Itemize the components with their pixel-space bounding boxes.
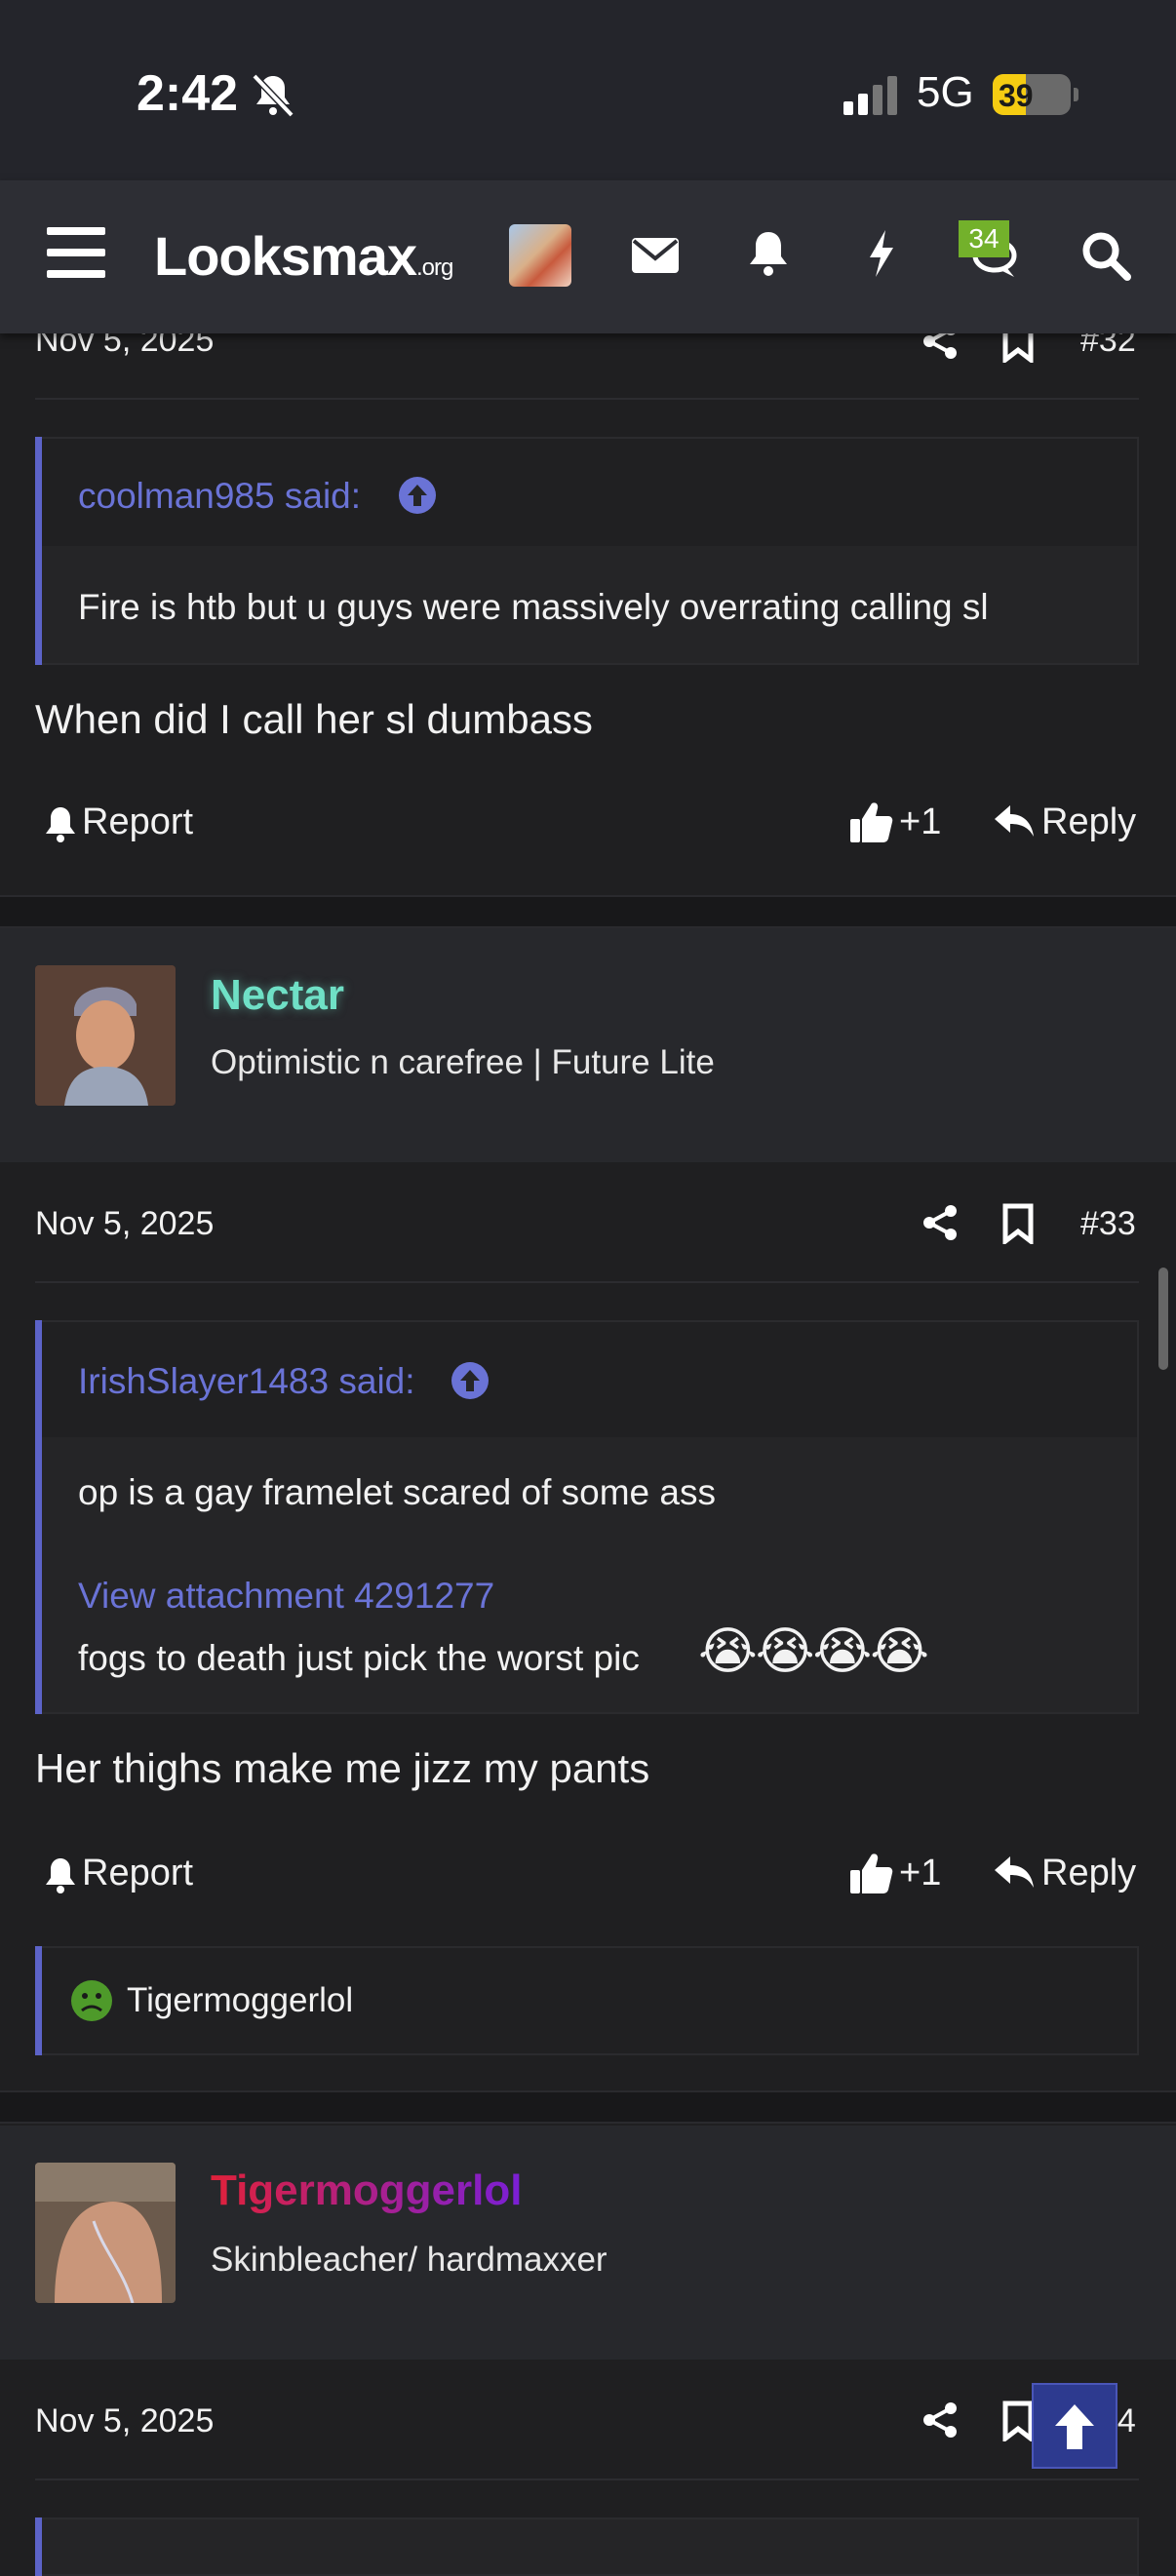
report-button[interactable]: Report bbox=[82, 1853, 193, 1894]
divider bbox=[35, 398, 1139, 400]
bell-off-icon bbox=[252, 73, 294, 118]
user-avatar-nav[interactable] bbox=[509, 224, 571, 287]
post-body: When did I call her sl dumbass bbox=[35, 696, 593, 742]
post-date: Nov 5, 2025 bbox=[35, 1205, 215, 1242]
arrow-up-circle-icon[interactable] bbox=[398, 476, 437, 515]
battery-icon: 39 bbox=[993, 74, 1078, 115]
reaction-user[interactable]: Tigermoggerlol bbox=[127, 1981, 353, 2020]
network-type: 5G bbox=[917, 68, 974, 116]
quote-block bbox=[35, 437, 1139, 665]
username[interactable]: Tigermoggerlol bbox=[211, 2166, 522, 2215]
post-body: Her thighs make me jizz my pants bbox=[35, 1745, 650, 1791]
quote-text: Fire is htb but u guys were massively ov… bbox=[78, 587, 989, 627]
bell-icon[interactable] bbox=[43, 805, 78, 844]
post-date: Nov 5, 2025 bbox=[35, 2402, 215, 2439]
crying-laughing-emojis: 😭😭😭😭 bbox=[698, 1623, 929, 1680]
arrow-up-icon bbox=[1055, 2404, 1094, 2449]
status-time: 2:42 bbox=[137, 65, 239, 122]
bookmark-icon[interactable] bbox=[1000, 2400, 1036, 2441]
report-button[interactable]: Report bbox=[82, 801, 193, 843]
user-title: Optimistic n carefree | Future Lite bbox=[211, 1043, 715, 1081]
lightning-icon[interactable] bbox=[854, 226, 909, 281]
user-title: Skinbleacher/ hardmaxxer bbox=[211, 2241, 608, 2279]
bell-icon[interactable] bbox=[741, 226, 796, 281]
reply-button[interactable]: Reply bbox=[1041, 1853, 1136, 1894]
quote-block bbox=[35, 2517, 1139, 2576]
menu-icon[interactable] bbox=[47, 227, 105, 280]
user-avatar[interactable] bbox=[35, 2163, 176, 2303]
username[interactable]: Nectar bbox=[211, 971, 344, 1020]
user-avatar[interactable] bbox=[35, 965, 176, 1106]
avatar-caret bbox=[76, 1133, 135, 1162]
signal-icon bbox=[843, 76, 897, 115]
quote-author[interactable]: coolman985 said: bbox=[78, 476, 361, 517]
search-icon[interactable] bbox=[1078, 228, 1133, 283]
post-separator bbox=[0, 895, 1176, 928]
reply-button[interactable]: Reply bbox=[1041, 801, 1136, 843]
thumbs-up-icon[interactable] bbox=[848, 800, 893, 844]
quote-text: op is a gay framelet scared of some ass bbox=[78, 1472, 716, 1512]
site-logo[interactable]: Looksmax.org bbox=[154, 224, 453, 288]
post-separator bbox=[0, 2090, 1176, 2124]
thumbs-up-icon[interactable] bbox=[848, 1851, 893, 1895]
share-icon[interactable] bbox=[921, 1203, 960, 1242]
reply-icon[interactable] bbox=[993, 801, 1036, 840]
avatar-caret bbox=[76, 2330, 135, 2360]
nauseated-face-icon bbox=[71, 1980, 112, 2021]
divider bbox=[35, 2478, 1139, 2480]
quote-author[interactable]: IrishSlayer1483 said: bbox=[78, 1361, 415, 1402]
reply-icon[interactable] bbox=[993, 1853, 1036, 1892]
scroll-to-top-button[interactable] bbox=[1032, 2383, 1117, 2469]
reaction-count[interactable]: +1 bbox=[899, 1853, 941, 1894]
battery-level: 39 bbox=[999, 78, 1034, 113]
divider bbox=[35, 1281, 1139, 1283]
bell-icon[interactable] bbox=[43, 1856, 78, 1895]
post-number[interactable]: #33 bbox=[1080, 1205, 1136, 1243]
scrollbar[interactable] bbox=[1158, 1268, 1168, 1370]
bookmark-icon[interactable] bbox=[1000, 1203, 1036, 1244]
mail-icon[interactable] bbox=[628, 228, 683, 283]
attachment-link[interactable]: View attachment 4291277 bbox=[78, 1576, 494, 1617]
share-icon[interactable] bbox=[921, 2400, 960, 2439]
quote-text: fogs to death just pick the worst pic bbox=[78, 1638, 640, 1678]
arrow-up-circle-icon[interactable] bbox=[451, 1361, 490, 1400]
reaction-count[interactable]: +1 bbox=[899, 801, 941, 843]
chat-count-badge: 34 bbox=[959, 220, 1009, 257]
